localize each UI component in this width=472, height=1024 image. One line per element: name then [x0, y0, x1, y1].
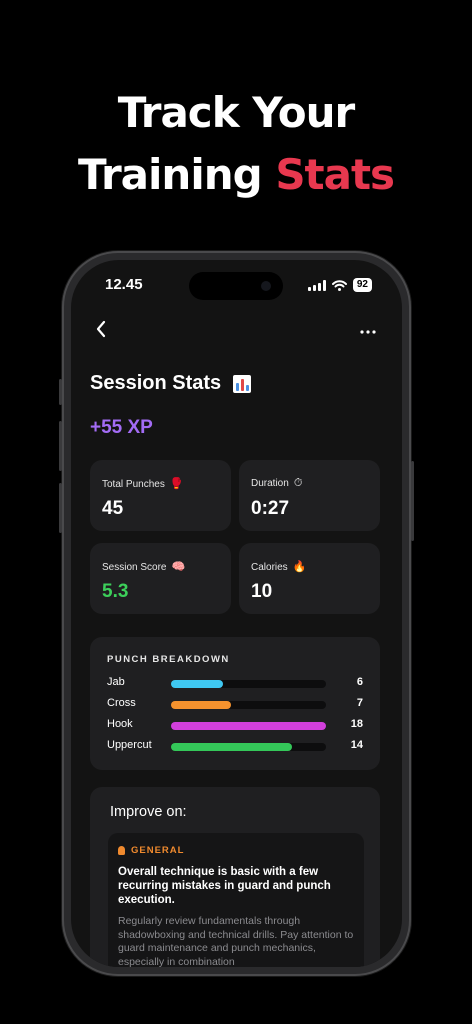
more-horizontal-icon	[360, 330, 376, 334]
dynamic-island	[189, 272, 283, 300]
page-title: Session Stats	[90, 372, 251, 395]
side-button-power	[411, 461, 414, 541]
brain-icon: 🧠	[171, 561, 186, 573]
camera-icon	[261, 281, 271, 291]
breakdown-row-hook: Hook 18	[107, 718, 363, 734]
stat-card-calories: Calories 🔥 10	[239, 543, 380, 614]
stat-card-duration: Duration ⏱ 0:27	[239, 460, 380, 531]
punch-breakdown-title: PUNCH BREAKDOWN	[107, 654, 230, 665]
headline-plain: Training	[77, 150, 276, 199]
punch-bar-fill	[171, 722, 326, 730]
tip-category: GENERAL	[118, 845, 184, 856]
boxing-glove-icon: 🥊	[169, 478, 184, 490]
punch-bar-fill	[171, 701, 231, 709]
back-button[interactable]	[95, 318, 107, 344]
battery-indicator: 92	[352, 278, 372, 292]
side-button-volume-up	[59, 421, 62, 471]
status-time: 12.45	[105, 276, 143, 293]
tip-body: Regularly review fundamentals through sh…	[118, 915, 354, 967]
punch-bar-track	[171, 680, 326, 688]
punch-count: 18	[350, 718, 363, 730]
headline-line-1: Track Your	[117, 88, 356, 137]
punch-bar-fill	[171, 743, 292, 751]
punch-count: 7	[356, 697, 363, 709]
stat-label: Calories 🔥	[251, 560, 306, 573]
stat-label-text: Duration	[251, 478, 289, 489]
stat-label: Session Score 🧠	[102, 560, 185, 573]
improve-title: Improve on:	[110, 804, 187, 820]
punch-bar-fill	[171, 680, 223, 688]
stat-label-text: Total Punches	[102, 479, 165, 490]
punch-name: Cross	[107, 697, 136, 709]
punch-bar-track	[171, 701, 326, 709]
headline-accent: Stats	[275, 150, 395, 199]
punch-bar-track	[171, 722, 326, 730]
phone-frame: 12.45 92 Session Stats +55 XP Total Punc…	[59, 251, 414, 976]
headline-line-2: Training Stats	[0, 150, 472, 199]
improve-card: Improve on: GENERAL Overall technique is…	[90, 787, 380, 967]
stopwatch-icon: ⏱	[293, 477, 303, 489]
stat-card-total-punches: Total Punches 🥊 45	[90, 460, 231, 531]
breakdown-row-jab: Jab 6	[107, 676, 363, 692]
punch-bar-track	[171, 743, 326, 751]
side-button-mute	[59, 379, 62, 405]
phone-screen: 12.45 92 Session Stats +55 XP Total Punc…	[71, 260, 402, 967]
wifi-icon	[331, 279, 347, 291]
stat-value: 45	[102, 498, 124, 519]
chevron-left-icon	[96, 320, 106, 338]
side-button-volume-down	[59, 483, 62, 533]
breakdown-row-uppercut: Uppercut 14	[107, 739, 363, 755]
stat-value: 0:27	[251, 498, 290, 519]
status-icons: 92	[307, 278, 372, 292]
bar-chart-icon	[232, 374, 251, 393]
punch-count: 6	[356, 676, 363, 688]
lightbulb-icon	[118, 846, 125, 855]
punch-count: 14	[350, 739, 363, 751]
punch-name: Uppercut	[107, 739, 152, 751]
stat-label-text: Calories	[251, 562, 288, 573]
punch-name: Hook	[107, 718, 133, 730]
punch-breakdown-card: PUNCH BREAKDOWN Jab 6 Cross 7 Hook 18 Up…	[90, 637, 380, 770]
punch-name: Jab	[107, 676, 125, 688]
improvement-tip[interactable]: GENERAL Overall technique is basic with …	[108, 833, 364, 967]
signal-icon	[307, 279, 326, 291]
stat-label: Duration ⏱	[251, 477, 302, 490]
stat-value: 10	[251, 581, 273, 602]
xp-gained: +55 XP	[90, 417, 153, 438]
breakdown-row-cross: Cross 7	[107, 697, 363, 713]
stat-card-session-score: Session Score 🧠 5.3	[90, 543, 231, 614]
fire-icon: 🔥	[292, 561, 307, 573]
more-button[interactable]	[360, 318, 376, 339]
stat-label: Total Punches 🥊	[102, 477, 184, 490]
stat-label-text: Session Score	[102, 562, 167, 573]
tip-headline: Overall technique is basic with a few re…	[118, 866, 331, 906]
page-title-text: Session Stats	[90, 372, 222, 394]
tip-category-label: GENERAL	[131, 845, 185, 856]
stat-value: 5.3	[102, 581, 129, 602]
